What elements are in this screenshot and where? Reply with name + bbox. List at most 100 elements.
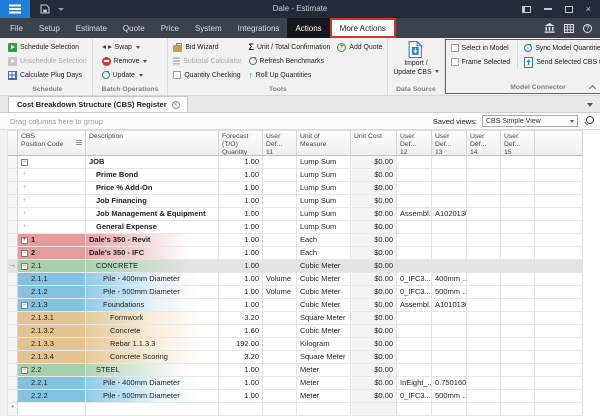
select-in-model-checkbox[interactable] [451,44,459,52]
minimize-icon[interactable] [544,8,552,10]
unit-cost-cell[interactable]: $0.00 [351,182,397,195]
user-def-15-cell[interactable] [501,234,535,247]
user-def-11-cell[interactable] [263,208,297,221]
description-cell[interactable]: Pile - 500mm Diameter [86,286,219,299]
forecast-cell[interactable]: 1.00 [219,377,263,390]
forecast-cell[interactable]: 1.00 [219,247,263,260]
save-icon[interactable] [40,4,50,14]
user-def-11-cell[interactable] [263,325,297,338]
cbs-code-cell[interactable]: +2.1.3.1 [18,312,86,325]
user-def-14-cell[interactable] [467,260,501,273]
user-def-14-cell[interactable] [467,338,501,351]
unschedule-selection-button[interactable]: Unschedule Selection [8,54,87,68]
user-def-11-cell[interactable] [263,260,297,273]
schedule-selection-button[interactable]: Schedule Selection [8,40,87,54]
user-def-14-cell[interactable] [467,351,501,364]
user-def-12-cell[interactable]: InEight_... [397,377,432,390]
unit-cost-cell[interactable]: $0.00 [351,338,397,351]
forecast-cell[interactable]: 3.20 [219,312,263,325]
maximize-icon[interactable] [565,6,573,13]
forecast-cell[interactable]: 1.00 [219,169,263,182]
unit-cost-cell[interactable]: $0.00 [351,195,397,208]
user-def-13-cell[interactable]: 0.750160 [432,377,467,390]
user-def-15-cell[interactable] [501,273,535,286]
user-def-13-cell[interactable] [432,351,467,364]
expand-row-icon[interactable]: + [21,351,28,363]
menu-estimate[interactable]: Estimate [68,18,115,38]
user-def-14-cell[interactable] [467,169,501,182]
user-def-14-cell[interactable] [467,208,501,221]
uom-cell[interactable]: Cubic Meter [297,273,351,286]
user-def-13-cell[interactable] [432,169,467,182]
description-cell[interactable]: Dale's 350 - IFC [86,247,219,260]
description-cell[interactable]: STEEL [86,364,219,377]
cbs-code-cell[interactable]: +2.2.1 [18,377,86,390]
help-icon[interactable]: ? [583,24,592,33]
select-in-model-option[interactable]: Select in Model [451,41,511,55]
description-cell[interactable]: Dale's 350 - Revit [86,234,219,247]
user-def-14-cell[interactable] [467,273,501,286]
user-def-15-cell[interactable] [501,338,535,351]
user-def-15-cell[interactable] [501,247,535,260]
user-def-13-cell[interactable]: A1010130 [432,299,467,312]
unit-cost-cell[interactable]: $0.00 [351,247,397,260]
user-def-13-cell[interactable] [432,260,467,273]
user-def-11-cell[interactable] [263,377,297,390]
header-forecast-quantity[interactable]: Forecast (T/O) Quantity [219,130,263,156]
user-def-13-cell[interactable] [432,182,467,195]
forecast-cell[interactable]: 1.00 [219,156,263,169]
user-def-15-cell[interactable] [501,390,535,403]
description-cell[interactable]: Concrete Scoring [86,351,219,364]
forecast-cell[interactable]: 1.00 [219,260,263,273]
user-def-15-cell[interactable] [501,182,535,195]
uom-cell[interactable]: Cubic Meter [297,325,351,338]
uom-cell[interactable]: Meter [297,377,351,390]
user-def-14-cell[interactable] [467,156,501,169]
user-def-11-cell[interactable] [263,364,297,377]
user-def-11-cell[interactable] [263,221,297,234]
user-def-15-cell[interactable] [501,299,535,312]
user-def-13-cell[interactable] [432,403,467,416]
uom-cell[interactable]: Each [297,247,351,260]
user-def-12-cell[interactable]: 0_IFC3... [397,273,432,286]
unit-total-confirmation-button[interactable]: Σ Unit / Total Confirmation [249,40,331,54]
unit-cost-cell[interactable]: $0.00 [351,260,397,273]
cbs-code-cell[interactable]: −2.2 [18,364,86,377]
uom-cell[interactable]: Lump Sum [297,182,351,195]
forecast-cell[interactable]: 3.20 [219,351,263,364]
user-def-14-cell[interactable] [467,286,501,299]
description-cell[interactable]: Pile - 400mm Diameter [86,377,219,390]
unit-cost-cell[interactable]: $0.00 [351,169,397,182]
add-quote-button[interactable]: + Add Quote [337,40,382,54]
forecast-cell[interactable]: 1.00 [219,195,263,208]
collapse-row-icon[interactable]: − [21,367,28,374]
user-def-13-cell[interactable] [432,338,467,351]
tab-close-icon[interactable]: ✕ [172,101,180,109]
user-def-13-cell[interactable]: A1020130 [432,208,467,221]
header-user-def-14[interactable]: User Def... 14 [467,130,501,156]
user-def-15-cell[interactable] [501,169,535,182]
user-def-15-cell[interactable] [501,312,535,325]
unit-cost-cell[interactable]: $0.00 [351,364,397,377]
description-cell[interactable]: JOB [86,156,219,169]
uom-cell[interactable]: Square Meter [297,351,351,364]
unit-cost-cell[interactable]: $0.00 [351,208,397,221]
forecast-cell[interactable]: 1.00 [219,273,263,286]
description-cell[interactable]: Foundations [86,299,219,312]
user-def-14-cell[interactable] [467,195,501,208]
user-def-13-cell[interactable] [432,156,467,169]
user-def-13-cell[interactable] [432,221,467,234]
expand-row-icon[interactable]: + [21,273,28,285]
menu-file[interactable]: File [2,18,31,38]
user-def-12-cell[interactable] [397,182,432,195]
dock-window-icon[interactable] [522,6,531,13]
user-def-15-cell[interactable] [501,364,535,377]
unit-cost-cell[interactable]: $0.00 [351,377,397,390]
menu-more-actions[interactable]: More Actions [330,18,396,38]
user-def-14-cell[interactable] [467,221,501,234]
expand-row-icon[interactable]: + [21,325,28,337]
user-def-13-cell[interactable] [432,312,467,325]
user-def-15-cell[interactable] [501,208,535,221]
user-def-14-cell[interactable] [467,403,501,416]
unit-cost-cell[interactable]: $0.00 [351,234,397,247]
